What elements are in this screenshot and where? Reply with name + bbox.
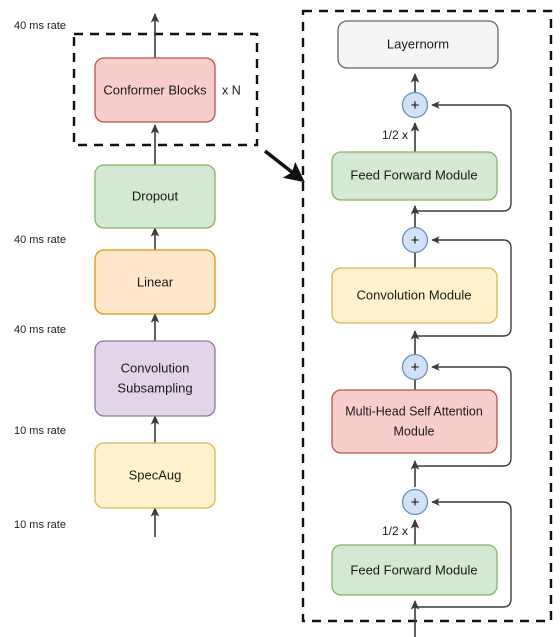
adder-convolution-plus-glyph: + bbox=[411, 232, 420, 249]
block-linear-label: Linear bbox=[137, 274, 174, 289]
architecture-diagram: Conformer Blocks x N Dropout Linear Conv… bbox=[0, 0, 560, 637]
rate-label-above-convsub: 40 ms rate bbox=[14, 324, 66, 336]
block-layernorm-label: Layernorm bbox=[387, 36, 449, 51]
block-feed-forward-module-top-label: Feed Forward Module bbox=[350, 167, 477, 182]
diagram-canvas: Conformer Blocks x N Dropout Linear Conv… bbox=[14, 9, 553, 637]
block-convolution-module-label: Convolution Module bbox=[357, 287, 472, 302]
block-multi-head-self-attention-module[interactable] bbox=[331, 389, 498, 454]
block-convolution-subsampling-label-line2: Subsampling bbox=[117, 380, 192, 395]
rate-label-input: 10 ms rate bbox=[14, 519, 66, 531]
expand-arrow-icon bbox=[263, 149, 305, 183]
rate-label-above-specaug: 10 ms rate bbox=[14, 425, 66, 437]
block-specaug-label: SpecAug bbox=[129, 467, 182, 482]
rate-label-output: 40 ms rate bbox=[14, 20, 66, 32]
block-multi-head-self-attention-module-label-line2: Module bbox=[394, 424, 435, 438]
adder-top-plus-glyph: + bbox=[411, 97, 420, 114]
block-convolution-subsampling[interactable] bbox=[94, 340, 216, 417]
half-scale-label-bottom: 1/2 x bbox=[382, 524, 408, 538]
repeat-count-label: x N bbox=[222, 83, 241, 97]
half-scale-label-top: 1/2 x bbox=[382, 128, 408, 142]
rate-label-above-linear: 40 ms rate bbox=[14, 234, 66, 246]
adder-bottom-plus-glyph: + bbox=[411, 494, 420, 511]
block-multi-head-self-attention-module-label-line1: Multi-Head Self Attention bbox=[345, 404, 483, 418]
block-conformer-blocks-label: Conformer Blocks bbox=[103, 82, 207, 97]
block-dropout-label: Dropout bbox=[132, 188, 179, 203]
block-convolution-subsampling-label-line1: Convolution bbox=[121, 360, 190, 375]
block-feed-forward-module-bottom-label: Feed Forward Module bbox=[350, 562, 477, 577]
adder-attention-plus-glyph: + bbox=[411, 359, 420, 376]
